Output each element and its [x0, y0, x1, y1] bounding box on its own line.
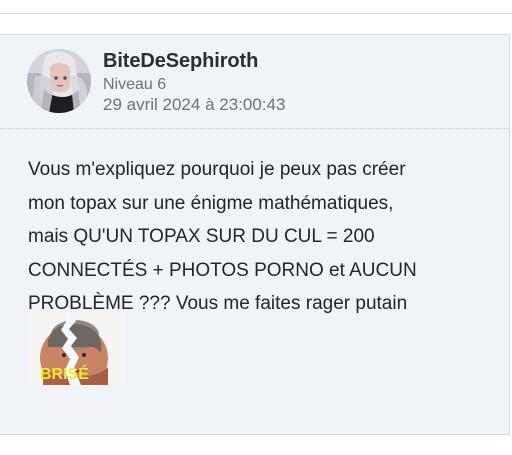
forum-post: BiteDeSephiroth Niveau 6 29 avril 2024 à… — [0, 34, 510, 435]
sticker-image: BRISÉ — [28, 312, 125, 385]
author-level: Niveau 6 — [103, 76, 167, 93]
message-line-4: CONNECTÉS + PHOTOS PORNO et AUCUN — [28, 259, 417, 281]
message-body: Vous m'expliquez pourquoi je peux pas cr… — [28, 153, 498, 321]
broken-heart-sticker: BRISÉ — [28, 312, 125, 385]
post-date[interactable]: 29 avril 2024 à 23:00:43 — [103, 95, 285, 115]
sticker-text: BRISÉ — [40, 364, 89, 383]
message-line-2: mon topax sur une énigme mathématiques, — [28, 192, 394, 214]
previous-post-footer — [0, 0, 512, 14]
message-line-1: Vous m'expliquez pourquoi je peux pas cr… — [28, 159, 406, 180]
author-name[interactable]: BiteDeSephiroth — [103, 50, 258, 73]
avatar-image — [27, 49, 91, 113]
message-line-3: mais QU'UN TOPAX SUR DU CUL = 200 — [28, 226, 375, 247]
author-avatar[interactable] — [27, 49, 91, 113]
post-header: BiteDeSephiroth Niveau 6 29 avril 2024 à… — [0, 35, 509, 129]
